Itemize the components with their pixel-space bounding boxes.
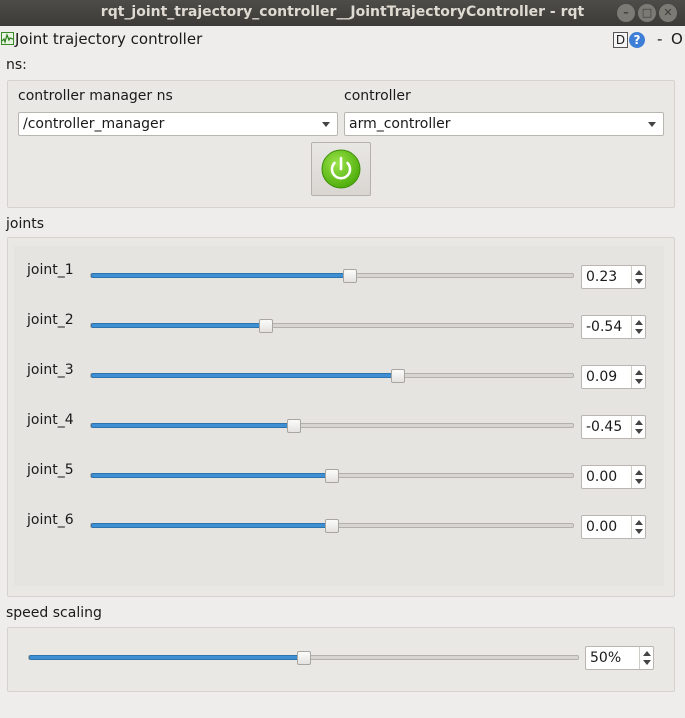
joint-spinbox[interactable]: 0.23 bbox=[581, 265, 646, 289]
joints-label: joints bbox=[6, 216, 45, 232]
plugin-title: Joint trajectory controller bbox=[15, 30, 203, 48]
joint-name-label: joint_4 bbox=[27, 412, 74, 428]
joint-value: -0.45 bbox=[586, 419, 623, 435]
joint-spinbox[interactable]: -0.54 bbox=[581, 315, 646, 339]
joint-slider-handle[interactable] bbox=[343, 269, 357, 283]
joint-value: -0.54 bbox=[586, 319, 623, 335]
spin-down-icon[interactable] bbox=[635, 479, 643, 484]
controller-manager-label: controller manager ns bbox=[18, 88, 173, 104]
joint-value: 0.00 bbox=[586, 519, 618, 535]
plugin-minimize-button[interactable]: - bbox=[657, 30, 662, 48]
joint-slider-fill bbox=[91, 323, 267, 328]
chart-icon bbox=[1, 32, 14, 45]
help-button[interactable]: ? bbox=[629, 32, 645, 48]
joint-slider-handle[interactable] bbox=[391, 369, 405, 383]
spin-down-icon[interactable] bbox=[643, 660, 651, 665]
spin-up-icon[interactable] bbox=[635, 420, 643, 425]
joint-slider[interactable] bbox=[90, 423, 574, 428]
joint-name-label: joint_2 bbox=[27, 312, 74, 328]
joint-spinbox[interactable]: 0.00 bbox=[581, 515, 646, 539]
joint-name-label: joint_3 bbox=[27, 362, 74, 378]
joint-slider[interactable] bbox=[90, 323, 574, 328]
joint-slider-handle[interactable] bbox=[287, 419, 301, 433]
controller-manager-select[interactable]: /controller_manager bbox=[18, 112, 338, 136]
minimize-window-button[interactable]: – bbox=[617, 4, 635, 22]
spin-down-icon[interactable] bbox=[635, 329, 643, 334]
window-title: rqt_joint_trajectory_controller__JointTr… bbox=[100, 4, 585, 20]
joint-slider[interactable] bbox=[90, 373, 574, 378]
controller-manager-value: /controller_manager bbox=[23, 116, 165, 132]
window-titlebar[interactable]: rqt_joint_trajectory_controller__JointTr… bbox=[0, 0, 685, 26]
joint-slider-fill bbox=[91, 373, 399, 378]
ns-label: ns: bbox=[6, 57, 27, 73]
plugin-float-button[interactable]: O bbox=[671, 30, 683, 48]
joint-name-label: joint_5 bbox=[27, 462, 74, 478]
joint-slider-fill bbox=[91, 523, 333, 528]
speed-slider-handle[interactable] bbox=[297, 651, 311, 665]
joint-slider[interactable] bbox=[90, 273, 574, 278]
spin-up-icon[interactable] bbox=[643, 651, 651, 656]
spin-up-icon[interactable] bbox=[635, 520, 643, 525]
spin-down-icon[interactable] bbox=[635, 279, 643, 284]
joint-slider-fill bbox=[91, 423, 295, 428]
joint-slider-fill bbox=[91, 273, 351, 278]
joint-slider-handle[interactable] bbox=[259, 319, 273, 333]
close-window-button[interactable]: ✕ bbox=[659, 4, 677, 22]
maximize-window-button[interactable]: □ bbox=[638, 4, 656, 22]
joint-value: 0.09 bbox=[586, 369, 618, 385]
joint-spinbox[interactable]: -0.45 bbox=[581, 415, 646, 439]
speed-scaling-label: speed scaling bbox=[6, 605, 102, 621]
joint-spinbox[interactable]: 0.09 bbox=[581, 365, 646, 389]
spin-down-icon[interactable] bbox=[635, 429, 643, 434]
joint-spinbox[interactable]: 0.00 bbox=[581, 465, 646, 489]
controller-value: arm_controller bbox=[349, 116, 451, 132]
joint-name-label: joint_1 bbox=[27, 262, 74, 278]
spin-up-icon[interactable] bbox=[635, 470, 643, 475]
speed-spinbox[interactable]: 50% bbox=[585, 646, 654, 670]
controller-label: controller bbox=[344, 88, 411, 104]
joint-slider-handle[interactable] bbox=[325, 469, 339, 483]
chevron-down-icon bbox=[322, 122, 330, 127]
joints-panel bbox=[14, 246, 664, 586]
plugin-header: Joint trajectory controller D ? - O bbox=[0, 29, 685, 51]
joint-slider-handle[interactable] bbox=[325, 519, 339, 533]
controller-select[interactable]: arm_controller bbox=[344, 112, 664, 136]
chevron-down-icon bbox=[648, 122, 656, 127]
spin-down-icon[interactable] bbox=[635, 379, 643, 384]
spin-down-icon[interactable] bbox=[635, 529, 643, 534]
spin-up-icon[interactable] bbox=[635, 370, 643, 375]
speed-slider-fill bbox=[29, 655, 305, 660]
joint-name-label: joint_6 bbox=[27, 512, 74, 528]
spin-up-icon[interactable] bbox=[635, 320, 643, 325]
joint-value: 0.23 bbox=[586, 269, 618, 285]
power-icon bbox=[321, 149, 361, 189]
d-button[interactable]: D bbox=[613, 32, 628, 48]
joint-slider-fill bbox=[91, 473, 333, 478]
speed-value: 50% bbox=[590, 650, 622, 666]
controller-power-button[interactable] bbox=[311, 142, 371, 196]
joint-value: 0.00 bbox=[586, 469, 618, 485]
spin-up-icon[interactable] bbox=[635, 270, 643, 275]
